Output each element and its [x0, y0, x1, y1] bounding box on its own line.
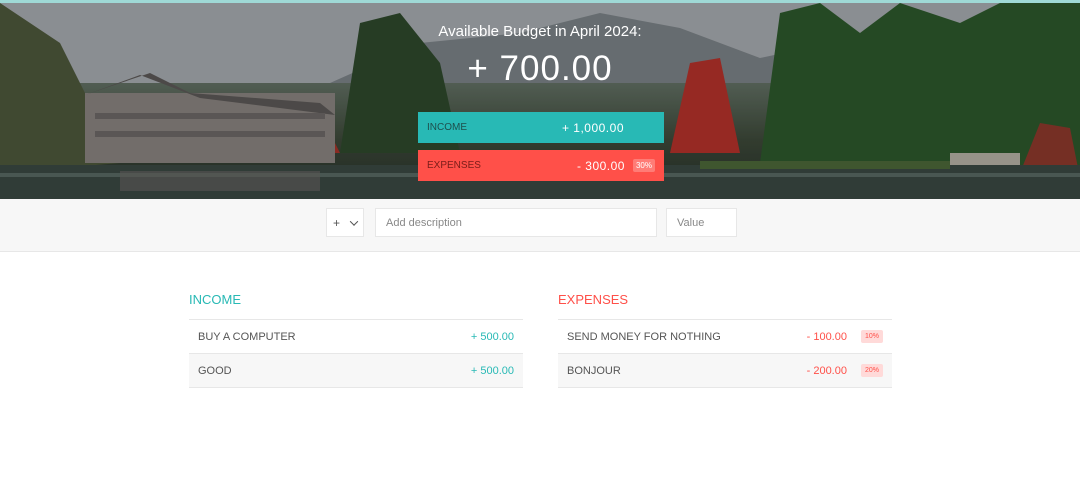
budget-title: Available Budget in April 2024:	[438, 23, 642, 40]
add-item-bar: +	[0, 199, 1080, 252]
expenses-summary: Expenses - 300.00 30%	[418, 150, 664, 181]
expense-item-description: BONJOUR	[567, 364, 621, 377]
expense-percentage-badge: 10%	[860, 330, 883, 343]
type-select[interactable]: +	[326, 208, 364, 237]
expense-item-value: - 100.00	[806, 330, 847, 343]
expenses-summary-label: Expenses	[427, 160, 481, 171]
income-summary-label: Income	[427, 122, 467, 133]
hero-banner: Available Budget in April 2024: + 700.00…	[0, 3, 1080, 199]
chevron-down-icon	[349, 216, 359, 226]
income-summary-value: + 1,000.00	[561, 120, 624, 135]
expenses-list-title: Expenses	[558, 292, 892, 320]
available-budget-value: + 700.00	[467, 49, 613, 88]
type-select-value: +	[333, 215, 341, 230]
value-input[interactable]	[666, 208, 737, 237]
expense-item[interactable]: BONJOUR - 200.00 20%	[558, 354, 892, 388]
expense-item-value: - 200.00	[806, 364, 847, 377]
income-list: Income BUY A COMPUTER + 500.00 GOOD + 50…	[189, 292, 523, 388]
expense-percentage-badge: 20%	[860, 364, 883, 377]
income-item-description: BUY A COMPUTER	[198, 330, 296, 343]
expenses-list: Expenses SEND MONEY FOR NOTHING - 100.00…	[558, 292, 892, 388]
expenses-percentage-badge: 30%	[632, 159, 655, 172]
income-item-value: + 500.00	[470, 330, 514, 343]
income-item-value: + 500.00	[470, 364, 514, 377]
income-item[interactable]: BUY A COMPUTER + 500.00	[189, 320, 523, 354]
expense-item-description: SEND MONEY FOR NOTHING	[567, 330, 721, 343]
income-item[interactable]: GOOD + 500.00	[189, 354, 523, 388]
expenses-summary-value: - 300.00	[576, 158, 625, 173]
expense-item[interactable]: SEND MONEY FOR NOTHING - 100.00 10%	[558, 320, 892, 354]
income-summary: Income + 1,000.00	[418, 112, 664, 143]
description-input[interactable]	[375, 208, 657, 237]
income-list-title: Income	[189, 292, 523, 320]
income-item-description: GOOD	[198, 364, 232, 377]
